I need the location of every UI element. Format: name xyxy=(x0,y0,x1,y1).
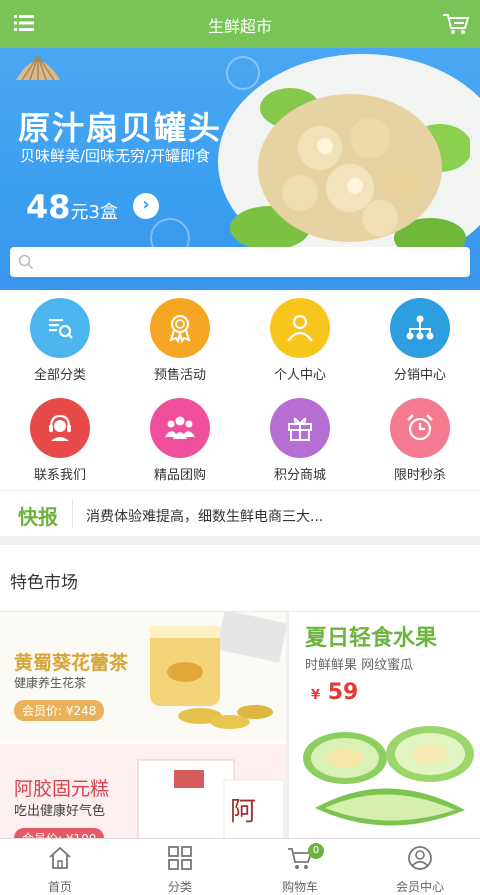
grid-item-6[interactable]: 精品团购 xyxy=(120,392,240,488)
page-title: 生鲜超市 xyxy=(207,17,272,36)
grid-item-label: 个人中心 xyxy=(273,368,326,383)
tab-label: 购物车 xyxy=(281,880,318,894)
tab-member-center[interactable]: 会员中心 xyxy=(360,839,480,895)
scallop-dish-image xyxy=(230,88,470,258)
group-icon xyxy=(150,398,210,458)
category-search-icon xyxy=(30,298,90,358)
grid-item-8[interactable]: 限时秒杀 xyxy=(360,392,480,488)
banner-price-number: 48 xyxy=(26,188,71,226)
grid-item-1[interactable]: 全部分类 xyxy=(0,292,120,388)
medal-icon xyxy=(150,298,210,358)
grid-item-label: 限时秒杀 xyxy=(393,468,446,483)
search-icon xyxy=(18,254,34,270)
grid-icon xyxy=(168,846,192,870)
grid-item-2[interactable]: 预售活动 xyxy=(120,292,240,388)
grid-item-label: 联系我们 xyxy=(33,468,86,483)
tea-product-image xyxy=(150,612,286,729)
featured-card-tea[interactable]: 黄蜀葵花蕾茶 健康养生花茶 会员价: ¥248 xyxy=(0,612,286,740)
person-icon xyxy=(270,298,330,358)
home-icon xyxy=(49,846,71,869)
melon-product-image xyxy=(303,726,474,826)
network-icon xyxy=(390,298,450,358)
banner-price-unit: 元3盒 xyxy=(70,202,118,223)
card-subtitle: 健康养生花茶 xyxy=(14,676,87,690)
alarm-clock-icon xyxy=(390,398,450,458)
card-title: 夏日轻食水果 xyxy=(305,626,438,651)
card-subtitle: 吃出健康好气色 xyxy=(14,804,106,819)
gift-icon xyxy=(270,398,330,458)
banner-headline: 原汁扇贝罐头 xyxy=(18,109,223,147)
tab-home[interactable]: 首页 xyxy=(0,839,120,895)
currency-symbol: ¥ xyxy=(311,688,321,703)
cart-icon[interactable] xyxy=(442,12,470,36)
news-tag: 快报 xyxy=(18,505,58,529)
featured-card-donkey-hide-cake[interactable]: 阿 阿胶固元糕 吃出健康好气色 会员价: ¥100 xyxy=(0,744,286,844)
grid-item-5[interactable]: 联系我们 xyxy=(0,392,120,488)
card-title: 阿胶固元糕 xyxy=(14,778,110,800)
banner-price: 48元3盒 xyxy=(26,188,118,226)
tab-label: 分类 xyxy=(167,880,192,894)
bottom-tab-bar: 首页 分类 0 购物车 会员中心 xyxy=(0,838,480,895)
svg-text:阿: 阿 xyxy=(230,797,256,827)
cart-count-badge: 0 xyxy=(308,843,324,859)
price-value: 59 xyxy=(327,680,359,705)
news-bulletin[interactable]: 快报 消费体验难提高，细数生鲜电商三大... xyxy=(0,490,480,536)
grid-item-label: 精品团购 xyxy=(153,468,206,483)
scallop-shell-image xyxy=(16,55,60,81)
card-subtitle: 时鲜鲜果 网纹蜜瓜 xyxy=(305,658,414,673)
grid-item-4[interactable]: 分销中心 xyxy=(360,292,480,388)
divider xyxy=(72,500,73,528)
grid-item-label: 全部分类 xyxy=(33,368,86,383)
grid-item-7[interactable]: 积分商城 xyxy=(240,392,360,488)
grid-item-3[interactable]: 个人中心 xyxy=(240,292,360,388)
tab-cart[interactable]: 0 购物车 xyxy=(240,839,360,895)
top-nav-bar: 生鲜超市 xyxy=(0,0,480,48)
grid-item-label: 预售活动 xyxy=(153,368,206,383)
feature-grid: 全部分类 预售活动 个人中心 分销中心联系我们 精品团购 积分商城 限时秒杀 xyxy=(0,292,480,490)
grid-item-label: 积分商城 xyxy=(273,468,326,483)
news-headline[interactable]: 消费体验难提高，细数生鲜电商三大... xyxy=(86,506,323,526)
user-icon xyxy=(408,846,432,870)
support-icon xyxy=(30,398,90,458)
grid-item-label: 分销中心 xyxy=(393,368,446,383)
banner-more-button[interactable]: › xyxy=(133,193,159,219)
featured-card-fruit[interactable]: 夏日轻食水果 时鲜鲜果 网纹蜜瓜 ¥ 59 xyxy=(288,612,480,844)
card-title: 黄蜀葵花蕾茶 xyxy=(14,652,129,674)
section-gap xyxy=(0,536,480,545)
tab-label: 首页 xyxy=(47,880,72,894)
section-title: 特色市场 xyxy=(10,573,78,593)
cake-product-image: 阿 xyxy=(137,759,285,844)
card-price: ¥ 59 xyxy=(311,680,358,705)
search-input[interactable] xyxy=(10,247,470,277)
banner-subtitle: 贝味鲜美/回味无穷/开罐即食 xyxy=(20,147,211,165)
tab-label: 会员中心 xyxy=(395,880,444,894)
member-price-badge: 会员价: ¥248 xyxy=(14,700,105,721)
tab-category[interactable]: 分类 xyxy=(120,839,240,895)
